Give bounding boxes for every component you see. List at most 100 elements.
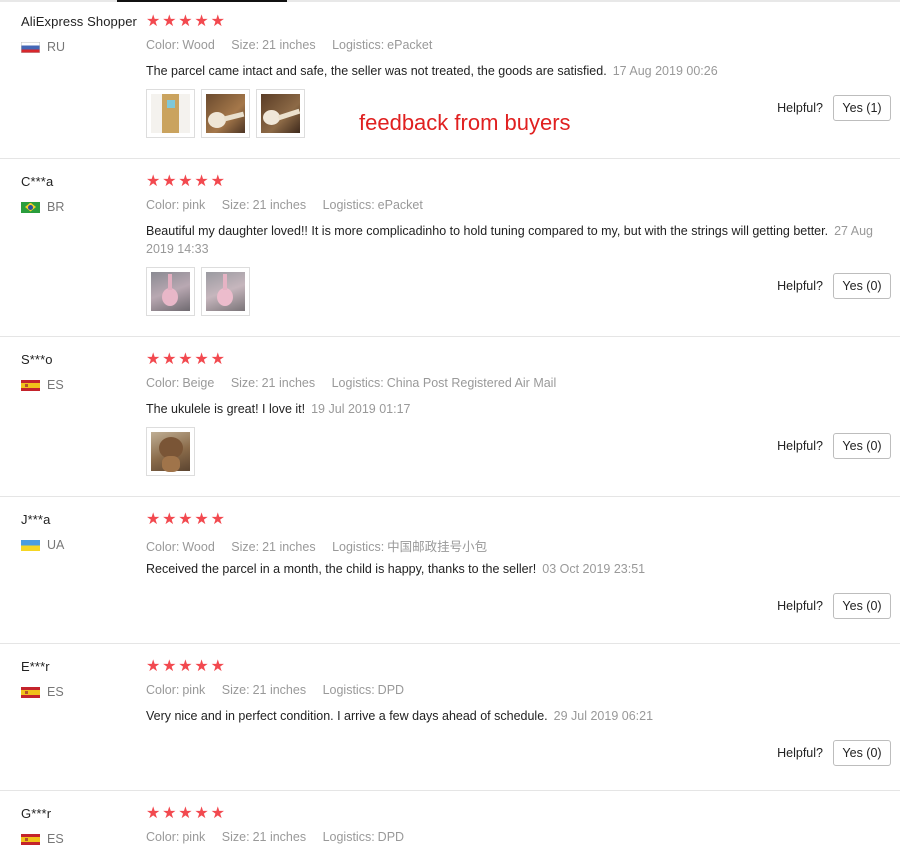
- review-item: J***a UA ★★★★★ Color: Wood Size: 21 inches…: [0, 496, 900, 644]
- logistics-label: Logistics:: [331, 376, 384, 390]
- review-item: AliExpress Shopper RU ★★★★★ Color: Wood S…: [0, 0, 900, 159]
- helpful-label: Helpful?: [777, 746, 823, 760]
- helpful-widget: Helpful? Yes (0): [777, 740, 891, 766]
- product-attributes: Color: pink Size: 21 inches Logistics: DPD: [146, 683, 417, 697]
- color-label: Color:: [146, 683, 180, 697]
- review-date: 19 Jul 2019 01:17: [311, 402, 411, 416]
- size-label: Size:: [231, 540, 260, 554]
- review-comment: Beautiful my daughter loved!! It is more…: [146, 222, 876, 258]
- reviewer-country: ES: [21, 378, 64, 392]
- review-item: C***a BR ★★★★★ Color: pink Size: 21 inches…: [0, 158, 900, 337]
- review-photo-thumbnail[interactable]: [201, 89, 250, 138]
- logistics-value: DPD: [377, 830, 405, 844]
- reviewer-name: C***a: [21, 174, 54, 189]
- review-date: 03 Oct 2019 23:51: [542, 562, 646, 576]
- color-label: Color:: [146, 198, 180, 212]
- helpful-yes-button[interactable]: Yes (1): [833, 95, 891, 121]
- russia-flag-icon: [21, 41, 40, 53]
- helpful-yes-button[interactable]: Yes (0): [833, 740, 891, 766]
- logistics-value: 中国邮政挂号小包: [387, 540, 488, 554]
- size-value: 21 inches: [262, 540, 316, 554]
- product-attributes: Color: Beige Size: 21 inches Logistics: Chi…: [146, 376, 569, 390]
- color-value: pink: [182, 683, 206, 697]
- helpful-widget: Helpful? Yes (0): [777, 273, 891, 299]
- reviewer-name: G***r: [21, 806, 52, 821]
- review-comment: Very nice and in perfect condition. I ar…: [146, 707, 876, 725]
- star-rating: ★★★★★: [146, 173, 227, 190]
- review-comment: The parcel came intact and safe, the sel…: [146, 62, 876, 80]
- star-rating: ★★★★★: [146, 805, 227, 822]
- reviewer-country: UA: [21, 538, 64, 552]
- size-label: Size:: [231, 38, 260, 52]
- color-label: Color:: [146, 830, 180, 844]
- overlay-caption: feedback from buyers: [359, 110, 571, 135]
- size-value: 21 inches: [252, 683, 307, 697]
- reviewer-country: RU: [21, 40, 65, 54]
- size-label: Size:: [221, 683, 250, 697]
- product-attributes: Color: pink Size: 21 inches Logistics: ePac…: [146, 198, 436, 212]
- size-label: Size:: [221, 198, 250, 212]
- review-photo-thumbnail[interactable]: [201, 267, 250, 316]
- comment-text: Received the parcel in a month, the chil…: [146, 562, 537, 576]
- product-attributes: Color: Wood Size: 21 inches Logistics: ePac…: [146, 38, 445, 52]
- product-attributes: Color: pink Size: 21 inches Logistics: DPD: [146, 830, 417, 844]
- country-code: BR: [47, 200, 65, 214]
- logistics-label: Logistics:: [332, 540, 385, 554]
- review-comment: Received the parcel in a month, the chil…: [146, 560, 876, 578]
- color-value: pink: [182, 830, 206, 844]
- review-photo-thumbnail[interactable]: [146, 427, 195, 476]
- reviewer-name: E***r: [21, 659, 50, 674]
- spain-flag-icon: [21, 833, 40, 845]
- comment-text: The ukulele is great! I love it!: [146, 402, 306, 416]
- color-value: Wood: [182, 38, 215, 52]
- star-rating: ★★★★★: [146, 351, 227, 368]
- size-value: 21 inches: [261, 376, 316, 390]
- review-photos: [146, 427, 195, 476]
- color-value: Beige: [182, 376, 215, 390]
- country-code: ES: [47, 378, 64, 392]
- helpful-widget: Helpful? Yes (1): [777, 95, 891, 121]
- review-comment: The ukulele is great! I love it! 19 Jul 2…: [146, 400, 876, 418]
- review-item: E***r ES ★★★★★ Color: pink Size: 21 inches…: [0, 643, 900, 791]
- country-code: RU: [47, 40, 66, 54]
- reviewer-name: S***o: [21, 352, 53, 367]
- review-photo-thumbnail[interactable]: [146, 267, 195, 316]
- star-rating: ★★★★★: [146, 13, 227, 30]
- review-date: 17 Aug 2019 00:26: [612, 64, 718, 78]
- review-item: S***o ES ★★★★★ Color: Beige Size: 21 inche…: [0, 336, 900, 497]
- logistics-value: China Post Registered Air Mail: [386, 376, 557, 390]
- helpful-yes-button[interactable]: Yes (0): [833, 273, 891, 299]
- logistics-value: DPD: [377, 683, 405, 697]
- size-label: Size:: [221, 830, 250, 844]
- logistics-value: ePacket: [377, 198, 423, 212]
- star-rating: ★★★★★: [146, 658, 227, 675]
- logistics-label: Logistics:: [332, 38, 385, 52]
- helpful-label: Helpful?: [777, 599, 823, 613]
- spain-flag-icon: [21, 379, 40, 391]
- review-item: G***r ES ★★★★★ Color: pink Size: 21 inches…: [0, 790, 900, 846]
- review-photo-thumbnail[interactable]: [256, 89, 305, 138]
- brazil-flag-icon: [21, 201, 40, 213]
- helpful-label: Helpful?: [777, 439, 823, 453]
- reviewer-name: J***a: [21, 512, 51, 527]
- comment-text: The parcel came intact and safe, the sel…: [146, 64, 607, 78]
- review-photo-thumbnail[interactable]: [146, 89, 195, 138]
- size-value: 21 inches: [252, 830, 307, 844]
- reviewer-name: AliExpress Shopper: [21, 14, 137, 29]
- reviewer-country: ES: [21, 685, 64, 699]
- country-code: ES: [47, 832, 64, 846]
- spain-flag-icon: [21, 686, 40, 698]
- product-attributes: Color: Wood Size: 21 inches Logistics: 中国邮政…: [146, 536, 500, 555]
- logistics-value: ePacket: [387, 38, 433, 52]
- color-label: Color:: [146, 376, 180, 390]
- star-rating: ★★★★★: [146, 511, 227, 528]
- helpful-yes-button[interactable]: Yes (0): [833, 593, 891, 619]
- comment-text: Beautiful my daughter loved!! It is more…: [146, 224, 829, 238]
- helpful-yes-button[interactable]: Yes (0): [833, 433, 891, 459]
- color-label: Color:: [146, 38, 180, 52]
- comment-text: Very nice and in perfect condition. I ar…: [146, 709, 548, 723]
- reviewer-country: ES: [21, 832, 64, 846]
- helpful-label: Helpful?: [777, 279, 823, 293]
- logistics-label: Logistics:: [322, 683, 375, 697]
- color-value: pink: [182, 198, 206, 212]
